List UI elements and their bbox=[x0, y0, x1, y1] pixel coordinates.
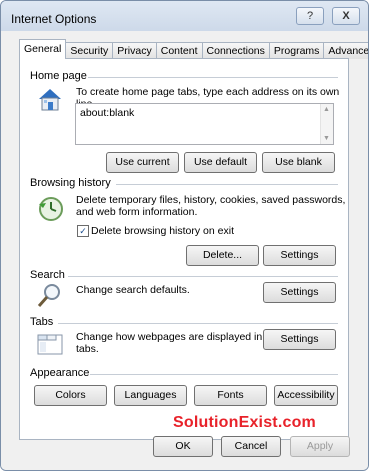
home-page-value: about:blank bbox=[80, 107, 135, 119]
home-page-textarea[interactable]: about:blank ▲ ▼ bbox=[75, 103, 334, 145]
search-settings-button[interactable]: Settings bbox=[263, 282, 336, 303]
browsing-history-description-2: and web form information. bbox=[76, 206, 198, 218]
home-page-divider bbox=[88, 77, 338, 78]
tab-privacy[interactable]: Privacy bbox=[112, 42, 157, 59]
cancel-button[interactable]: Cancel bbox=[221, 436, 281, 457]
tabs-heading: Tabs bbox=[30, 316, 54, 328]
appearance-heading: Appearance bbox=[30, 367, 90, 379]
delete-history-button[interactable]: Delete... bbox=[186, 245, 259, 266]
fonts-button[interactable]: Fonts bbox=[194, 385, 267, 406]
tabs-description-1: Change how webpages are displayed in bbox=[76, 331, 263, 343]
tabs-description-2: tabs. bbox=[76, 343, 99, 355]
tab-advanced[interactable]: Advanced bbox=[323, 42, 368, 59]
home-page-scrollbar[interactable]: ▲ ▼ bbox=[320, 104, 333, 144]
dialog-body: General Security Privacy Content Connect… bbox=[1, 31, 368, 470]
title-bar: Internet Options ? X bbox=[1, 1, 368, 31]
use-default-button[interactable]: Use default bbox=[184, 152, 257, 173]
tabs-settings-button[interactable]: Settings bbox=[263, 329, 336, 350]
scroll-up-icon[interactable]: ▲ bbox=[323, 106, 330, 113]
watermark-text: SolutionExist.com bbox=[173, 414, 316, 431]
accessibility-button[interactable]: Accessibility bbox=[274, 385, 338, 406]
apply-button[interactable]: Apply bbox=[290, 436, 350, 457]
house-icon bbox=[39, 89, 61, 111]
close-button[interactable]: X bbox=[332, 7, 360, 25]
search-divider bbox=[68, 276, 338, 277]
tab-security[interactable]: Security bbox=[65, 42, 114, 59]
browsing-history-divider bbox=[116, 184, 338, 185]
home-page-heading: Home page bbox=[30, 70, 87, 82]
search-description: Change search defaults. bbox=[76, 284, 190, 296]
use-current-button[interactable]: Use current bbox=[106, 152, 179, 173]
tab-strip: General Security Privacy Content Connect… bbox=[19, 39, 368, 59]
appearance-divider bbox=[90, 374, 338, 375]
history-settings-button[interactable]: Settings bbox=[263, 245, 336, 266]
ok-button[interactable]: OK bbox=[153, 436, 213, 457]
internet-options-dialog: Internet Options ? X General Security Pr… bbox=[0, 0, 369, 471]
tabs-divider bbox=[58, 323, 338, 324]
colors-button[interactable]: Colors bbox=[34, 385, 107, 406]
tab-connections[interactable]: Connections bbox=[201, 42, 270, 59]
delete-history-on-exit-checkbox[interactable]: ✓ bbox=[77, 225, 89, 237]
tab-programs[interactable]: Programs bbox=[268, 42, 325, 59]
browsing-history-description-1: Delete temporary files, history, cookies… bbox=[76, 194, 346, 206]
use-blank-button[interactable]: Use blank bbox=[262, 152, 335, 173]
tab-general[interactable]: General bbox=[19, 39, 67, 59]
browsing-history-heading: Browsing history bbox=[30, 177, 111, 189]
scroll-down-icon[interactable]: ▼ bbox=[323, 135, 330, 142]
history-clock-icon bbox=[39, 197, 63, 221]
languages-button[interactable]: Languages bbox=[114, 385, 187, 406]
general-tab-panel: Home page To create home page tabs, type… bbox=[19, 58, 349, 440]
delete-history-on-exit-label[interactable]: Delete browsing history on exit bbox=[91, 225, 234, 237]
magnifier-icon bbox=[37, 284, 60, 307]
help-button[interactable]: ? bbox=[296, 7, 324, 25]
tab-content[interactable]: Content bbox=[155, 42, 203, 59]
browser-tabs-icon bbox=[37, 334, 63, 355]
window-title: Internet Options bbox=[11, 12, 97, 26]
search-heading: Search bbox=[30, 269, 65, 281]
